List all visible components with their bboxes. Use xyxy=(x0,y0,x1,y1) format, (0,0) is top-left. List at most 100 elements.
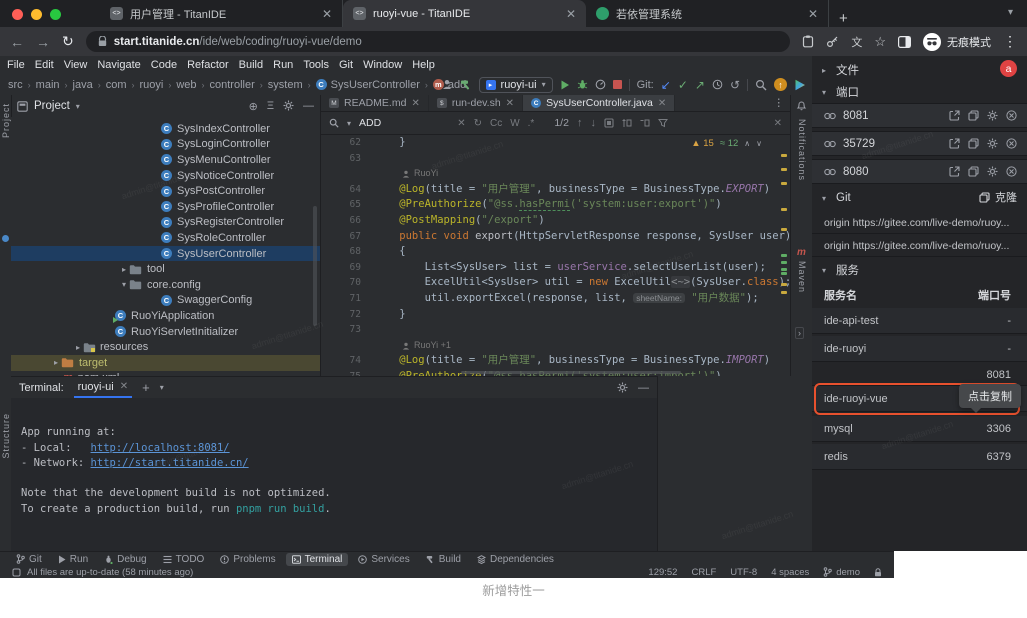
find-query[interactable]: ADD xyxy=(359,117,381,129)
copy-port-icon[interactable] xyxy=(968,166,979,177)
code-viewport[interactable]: ▲ 15 ≈ 12 ∧ ∨ 62 }63RuoYi64 @Log(title =… xyxy=(321,135,790,376)
close-find-bar-icon[interactable]: ✕ xyxy=(774,118,782,129)
service-row-port-only[interactable]: 8081 xyxy=(812,364,1027,386)
git-remote-row[interactable]: origin https://gitee.com/live-demo/ruoy.… xyxy=(812,212,1027,234)
open-port-icon[interactable] xyxy=(949,166,960,177)
expand-panel-chevron-icon[interactable]: › xyxy=(795,327,804,339)
chevron-right-icon[interactable]: ▸ xyxy=(119,265,129,274)
menu-item-run[interactable]: Run xyxy=(268,59,298,71)
toolwindow-services[interactable]: Services xyxy=(352,553,415,566)
chevron-right-icon[interactable]: ▸ xyxy=(51,358,61,367)
git-commit-icon[interactable]: ✓ xyxy=(678,78,688,92)
close-tab-icon[interactable]: ✕ xyxy=(808,7,818,21)
forward-icon[interactable]: → xyxy=(36,34,50,50)
close-editor-tab-icon[interactable]: ✕ xyxy=(506,98,514,109)
close-window-button[interactable] xyxy=(12,9,23,20)
tree-item-ruoyiservletinitializer[interactable]: CRuoYiServletInitializer xyxy=(11,324,320,340)
back-icon[interactable]: ← xyxy=(10,34,24,50)
editor-tab-run-dev-sh[interactable]: $run-dev.sh✕ xyxy=(429,95,523,111)
toolwindow-run[interactable]: Run xyxy=(52,553,94,566)
terminal-output[interactable]: App running at:- Local: http://localhost… xyxy=(11,398,657,551)
browser-tab[interactable]: <>用户管理 - TitanIDE✕ xyxy=(100,0,343,27)
panel-settings-gear-icon[interactable] xyxy=(283,100,294,113)
readonly-lock-icon[interactable] xyxy=(874,568,882,577)
port-row-35729[interactable]: 35729 xyxy=(812,131,1027,156)
avatar[interactable]: a xyxy=(1000,60,1017,77)
port-settings-gear-icon[interactable] xyxy=(987,110,998,121)
key-icon[interactable] xyxy=(826,35,839,48)
terminal-link[interactable]: http://start.titanide.cn/ xyxy=(91,457,249,469)
menu-item-window[interactable]: Window xyxy=(358,59,407,71)
minimize-window-button[interactable] xyxy=(31,9,42,20)
run-button[interactable] xyxy=(560,80,570,90)
breadcrumb-item[interactable]: ruoyi xyxy=(139,79,163,91)
menu-item-view[interactable]: View xyxy=(59,59,93,71)
menu-item-code[interactable]: Code xyxy=(146,59,182,71)
add-occurrence-icon[interactable] xyxy=(622,118,632,128)
line-ending[interactable]: CRLF xyxy=(691,567,716,578)
close-editor-tab-icon[interactable]: ✕ xyxy=(658,98,666,109)
search-filter-funnel-icon[interactable] xyxy=(658,118,668,128)
project-panel-title[interactable]: Project xyxy=(34,100,70,112)
tree-item-swaggerconfig[interactable]: CSwaggerConfig xyxy=(11,293,320,309)
menu-item-refactor[interactable]: Refactor xyxy=(182,59,234,71)
tree-item-tool[interactable]: ▸tool xyxy=(11,261,320,277)
git-remote-row[interactable]: origin https://gitee.com/live-demo/ruoy.… xyxy=(812,235,1027,257)
tree-item-sysrolecontroller[interactable]: CSysRoleController xyxy=(11,230,320,246)
menu-item-edit[interactable]: Edit xyxy=(30,59,59,71)
tree-item-sysprofilecontroller[interactable]: CSysProfileController xyxy=(11,199,320,215)
git-push-icon[interactable]: ↗ xyxy=(695,78,705,92)
code-author-hint[interactable]: RuoYi +1 xyxy=(321,338,790,354)
tab-search-chevron-icon[interactable]: ▾ xyxy=(1008,7,1013,18)
reload-icon[interactable]: ↻ xyxy=(62,33,74,50)
toolwindow-build[interactable]: Build xyxy=(420,553,467,566)
editor-tab-readme-md[interactable]: MREADME.md✕ xyxy=(321,95,429,111)
tree-item-sysregistercontroller[interactable]: CSysRegisterController xyxy=(11,215,320,231)
files-section-header[interactable]: ▸ 文件 xyxy=(812,60,1027,80)
indent-setting[interactable]: 4 spaces xyxy=(771,567,809,578)
open-port-icon[interactable] xyxy=(949,110,960,121)
services-section-header[interactable]: ▾ 服务 xyxy=(812,260,1027,280)
collapse-all-icon[interactable]: Ξ xyxy=(267,100,274,113)
terminal-link[interactable]: http://localhost:8081/ xyxy=(91,442,230,454)
toolwindow-dependencies[interactable]: Dependencies xyxy=(471,553,560,566)
notifications-stripe-label[interactable]: Notifications xyxy=(797,119,807,181)
menu-item-build[interactable]: Build xyxy=(234,59,268,71)
clipboard-icon[interactable] xyxy=(802,35,814,48)
maximize-window-button[interactable] xyxy=(50,9,61,20)
tree-item-sysindexcontroller[interactable]: CSysIndexController xyxy=(11,121,320,137)
tree-item-syspostcontroller[interactable]: CSysPostController xyxy=(11,183,320,199)
terminal-tab[interactable]: ruoyi-ui ✕ xyxy=(74,377,132,398)
breadcrumb-item[interactable]: web xyxy=(176,79,196,91)
git-history-icon[interactable] xyxy=(712,79,723,90)
debug-button[interactable] xyxy=(577,79,588,90)
toolwindow-todo[interactable]: TODO xyxy=(157,553,211,566)
browser-tab[interactable]: <>ruoyi-vue - TitanIDE✕ xyxy=(343,0,586,27)
git-branch-widget[interactable]: demo xyxy=(823,567,860,578)
structure-stripe-label[interactable]: Structure xyxy=(1,413,11,459)
tree-item-syslogincontroller[interactable]: CSysLoginController xyxy=(11,137,320,153)
service-row-redis[interactable]: redis6379 xyxy=(812,444,1027,470)
copy-port-icon[interactable] xyxy=(968,110,979,121)
close-terminal-tab-icon[interactable]: ✕ xyxy=(120,381,128,392)
breadcrumb-path[interactable]: src›main›java›com›ruoyi›web›controller›s… xyxy=(8,79,466,91)
search-everywhere-icon[interactable] xyxy=(755,79,767,91)
tree-item-core-config[interactable]: ▾core.config xyxy=(11,277,320,293)
translate-icon[interactable]: 文 xyxy=(851,34,862,50)
tree-item-sysnoticecontroller[interactable]: CSysNoticeController xyxy=(11,168,320,184)
user-dropdown-icon[interactable] xyxy=(442,79,453,90)
tree-item-resources[interactable]: ▸resources xyxy=(11,339,320,355)
terminal-dropdown-chevron-icon[interactable]: ▾ xyxy=(160,383,164,392)
toolwindow-terminal[interactable]: Terminal xyxy=(286,553,349,566)
clone-button[interactable]: 克隆 xyxy=(979,189,1017,205)
locate-file-icon[interactable]: ⊕ xyxy=(249,100,258,113)
git-rollback-icon[interactable]: ↺ xyxy=(730,78,740,92)
breadcrumb-item[interactable]: java xyxy=(73,79,93,91)
editor-tab-options-icon[interactable]: ⋮ xyxy=(774,95,791,111)
tree-item-target[interactable]: ▸target xyxy=(11,355,320,371)
menu-item-file[interactable]: File xyxy=(2,59,30,71)
select-all-occurrences-icon[interactable] xyxy=(604,118,614,128)
tree-item-sysmenucontroller[interactable]: CSysMenuController xyxy=(11,152,320,168)
titanide-gradient-icon[interactable] xyxy=(794,79,806,91)
open-port-icon[interactable] xyxy=(949,138,960,149)
